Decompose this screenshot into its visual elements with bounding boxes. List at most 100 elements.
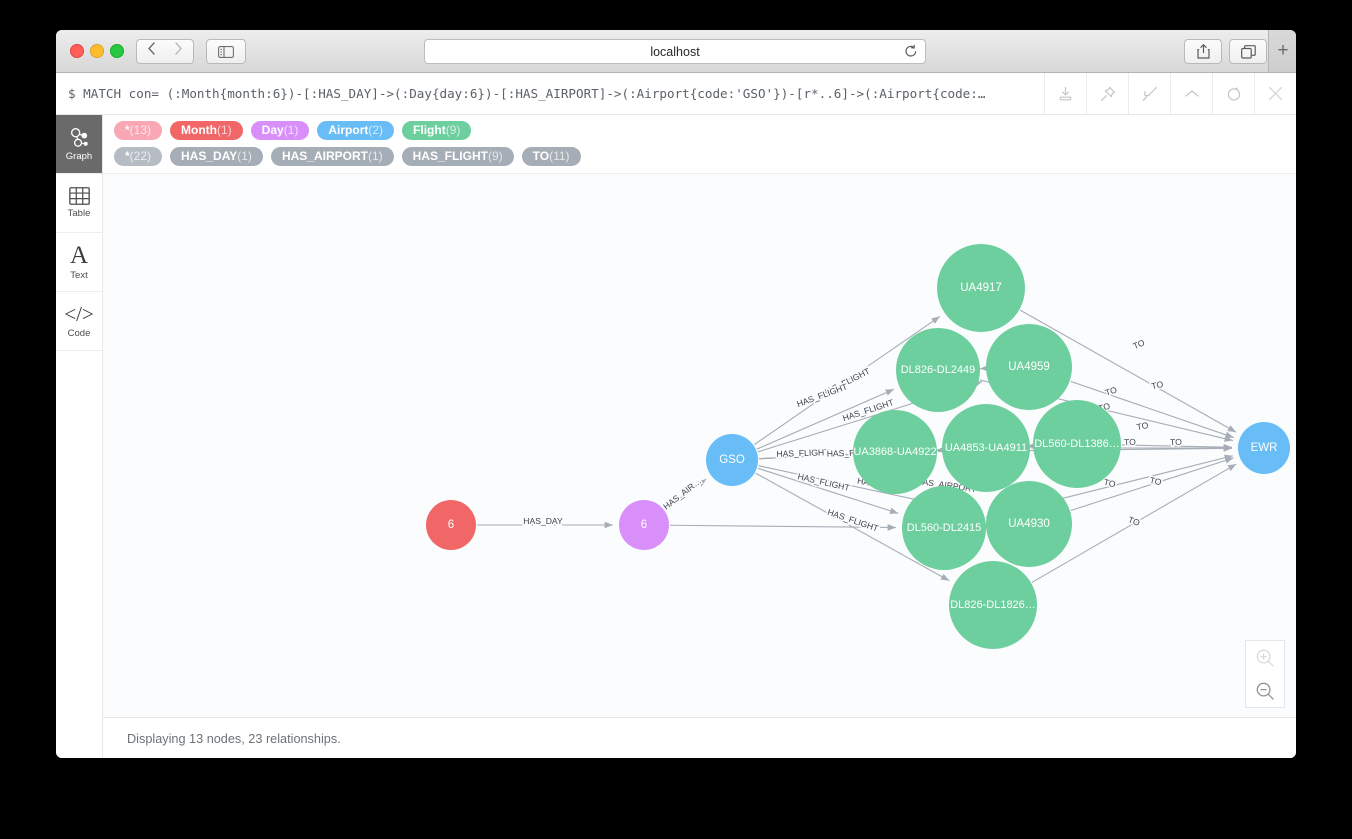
edge-label: TO bbox=[1136, 420, 1150, 432]
graph-node-flight[interactable] bbox=[949, 561, 1037, 649]
graph-node-airport[interactable] bbox=[706, 434, 758, 486]
graph-node-flight[interactable] bbox=[853, 410, 937, 494]
query-text: $ MATCH con= (:Month{month:6})-[:HAS_DAY… bbox=[68, 86, 986, 101]
query-editor-bar[interactable]: $ MATCH con= (:Month{month:6})-[:HAS_DAY… bbox=[56, 73, 1296, 115]
new-tab-button[interactable]: + bbox=[1268, 30, 1296, 72]
pin-button[interactable] bbox=[1086, 73, 1128, 114]
edge-label: HAS_AIR… bbox=[661, 476, 703, 512]
legend-rel-pill-4[interactable]: TO(11) bbox=[521, 147, 581, 166]
download-button[interactable] bbox=[1044, 73, 1086, 114]
legend-node-labels: *(13) Month(1) Day(1) Airport(2) Flight(9) bbox=[114, 121, 1288, 140]
pill-count: (13) bbox=[129, 123, 152, 137]
view-mode-rail: Graph Table A Text </> Code bbox=[56, 115, 103, 758]
pin-icon bbox=[1100, 86, 1115, 101]
sidebar-item-text[interactable]: A Text bbox=[56, 233, 102, 292]
legend-node-pill-4[interactable]: Flight(9) bbox=[402, 121, 472, 140]
zoom-in-button[interactable] bbox=[1246, 641, 1284, 674]
edge-label: HAS_FLIGHT bbox=[776, 447, 830, 459]
legend-node-pill-1[interactable]: Month(1) bbox=[170, 121, 243, 140]
code-icon: </> bbox=[64, 301, 94, 326]
share-button[interactable] bbox=[1184, 39, 1222, 64]
share-icon bbox=[1196, 44, 1210, 59]
chevron-up-icon bbox=[1184, 89, 1199, 97]
graph-node-flight[interactable] bbox=[986, 324, 1072, 410]
legend: *(13) Month(1) Day(1) Airport(2) Flight(9) *… bbox=[103, 115, 1296, 174]
pill-label: Day bbox=[261, 123, 284, 137]
url-text: localhost bbox=[650, 44, 700, 59]
legend-rel-pill-2[interactable]: HAS_AIRPORT(1) bbox=[270, 147, 394, 166]
collapse-icon bbox=[1142, 86, 1157, 101]
legend-node-pill-2[interactable]: Day(1) bbox=[250, 121, 310, 140]
address-bar[interactable]: localhost bbox=[424, 39, 926, 64]
zoom-out-button[interactable] bbox=[1246, 674, 1284, 707]
pill-count: (1) bbox=[367, 149, 383, 163]
pill-label: * bbox=[125, 149, 130, 163]
browser-window: localhost + $ MATCH con= (:Month{month:6… bbox=[56, 30, 1296, 758]
pill-label: Month bbox=[181, 123, 217, 137]
sidebar-label-text: Text bbox=[70, 269, 88, 281]
pill-label: TO bbox=[532, 149, 550, 163]
refresh-icon bbox=[1227, 86, 1240, 101]
legend-rel-pill-0[interactable]: *(22) bbox=[114, 147, 163, 166]
edge-label: TO bbox=[1150, 379, 1164, 392]
text-icon: A bbox=[69, 241, 89, 269]
graph-node-flight[interactable] bbox=[896, 328, 980, 412]
refresh-button[interactable] bbox=[1212, 73, 1254, 114]
chevron-left-icon bbox=[148, 42, 155, 55]
legend-rel-pill-1[interactable]: HAS_DAY(1) bbox=[170, 147, 263, 166]
pill-label: HAS_AIRPORT bbox=[281, 149, 368, 163]
sidebar-label-table: Table bbox=[67, 208, 91, 219]
graph-node-flight[interactable] bbox=[986, 481, 1072, 567]
chevron-right-icon bbox=[175, 42, 182, 55]
close-icon bbox=[1268, 86, 1283, 101]
back-button[interactable] bbox=[136, 39, 167, 64]
pill-count: (9) bbox=[445, 123, 461, 137]
pill-count: (22) bbox=[129, 149, 152, 163]
graph-node-flight[interactable] bbox=[1033, 400, 1121, 488]
download-icon bbox=[1059, 86, 1072, 100]
graph-node-flight[interactable] bbox=[937, 244, 1025, 332]
sidebar-item-graph[interactable]: Graph bbox=[56, 115, 102, 174]
graph-node-airport[interactable] bbox=[1238, 422, 1290, 474]
graph-node-month[interactable] bbox=[426, 500, 476, 550]
show-tabs-icon bbox=[1240, 44, 1256, 59]
graph-result-panel: *(13) Month(1) Day(1) Airport(2) Flight(9) *… bbox=[103, 115, 1296, 758]
pill-label: HAS_FLIGHT bbox=[412, 149, 488, 163]
pill-count: (11) bbox=[549, 149, 570, 163]
table-icon bbox=[68, 187, 90, 205]
pill-label: Airport bbox=[328, 123, 369, 137]
graph-node-day[interactable] bbox=[619, 500, 669, 550]
pill-count: (9) bbox=[487, 149, 503, 163]
zoom-out-icon bbox=[1256, 682, 1274, 700]
window-maximize-button[interactable] bbox=[110, 44, 124, 58]
zoom-in-icon bbox=[1256, 649, 1274, 667]
window-close-button[interactable] bbox=[70, 44, 84, 58]
minimize-button[interactable] bbox=[1170, 73, 1212, 114]
close-button[interactable] bbox=[1254, 73, 1296, 114]
edge-label: TO bbox=[1131, 337, 1146, 351]
window-minimize-button[interactable] bbox=[90, 44, 104, 58]
sidebar-item-table[interactable]: Table bbox=[56, 174, 102, 233]
new-tab-label: + bbox=[1277, 40, 1289, 61]
legend-node-pill-3[interactable]: Airport(2) bbox=[317, 121, 395, 140]
legend-rel-pill-3[interactable]: HAS_FLIGHT(9) bbox=[401, 147, 514, 166]
pill-count: (1) bbox=[237, 149, 252, 163]
graph-canvas[interactable]: HAS_DAY HAS_DAY HAS_AIR… HAS_AIR… HAS_FLIGHT… bbox=[103, 174, 1296, 718]
reload-icon bbox=[905, 44, 917, 57]
collapse-button[interactable] bbox=[1128, 73, 1170, 114]
forward-button[interactable] bbox=[164, 39, 194, 64]
graph-node-flight[interactable] bbox=[942, 404, 1030, 492]
edge-label: TO bbox=[1124, 437, 1136, 447]
edge-label: TO bbox=[1149, 475, 1163, 487]
legend-relationship-types: *(22) HAS_DAY(1) HAS_AIRPORT(1) HAS_FLIGHT(… bbox=[114, 147, 1288, 166]
show-tabs-button[interactable] bbox=[1229, 39, 1267, 64]
sidebar-label-graph: Graph bbox=[65, 150, 93, 162]
sidebar-item-code[interactable]: </> Code bbox=[56, 292, 102, 351]
graph-nodes[interactable] bbox=[426, 244, 1290, 649]
sidebar-toggle-button[interactable] bbox=[206, 39, 246, 64]
legend-node-pill-0[interactable]: *(13) bbox=[114, 121, 163, 140]
reload-button[interactable] bbox=[904, 44, 918, 64]
sidebar-toggle-icon bbox=[218, 45, 234, 58]
graph-node-flight[interactable] bbox=[902, 486, 986, 570]
sidebar-label-code: Code bbox=[67, 327, 91, 339]
